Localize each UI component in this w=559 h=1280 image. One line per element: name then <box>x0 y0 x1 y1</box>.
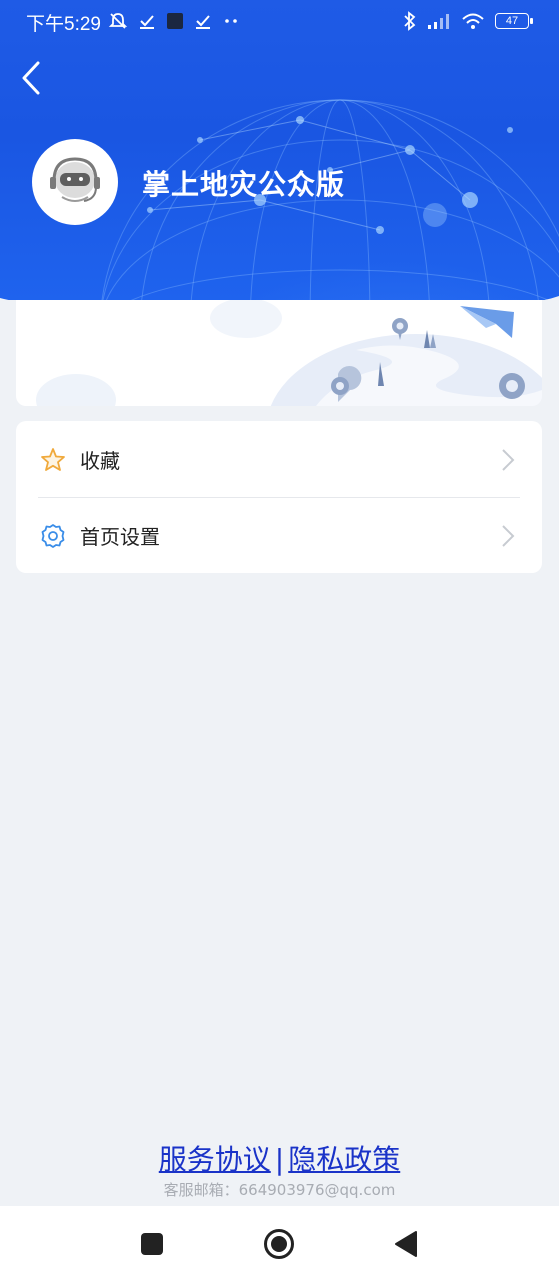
battery-icon: 47 <box>495 13 533 29</box>
customer-service-robot-icon <box>50 157 100 202</box>
status-time: 下午5:29 <box>26 14 101 35</box>
menu-item-favorites-label: 收藏 <box>80 449 120 473</box>
chevron-right-icon <box>502 525 515 547</box>
footer-separator: | <box>274 1143 285 1176</box>
banner-illustration <box>16 300 542 406</box>
wifi-icon <box>462 13 484 29</box>
system-nav-bar <box>0 1206 559 1280</box>
menu-item-home-settings[interactable]: 首页设置 <box>16 497 542 573</box>
recent-apps-button[interactable] <box>136 1228 168 1260</box>
avatar[interactable] <box>32 139 118 225</box>
footer-links: 服务协议 | 隐私政策 <box>0 1138 559 1178</box>
app-title: 掌上地灾公众版 <box>142 168 346 201</box>
service-agreement-link[interactable]: 服务协议 <box>159 1143 271 1176</box>
privacy-policy-link[interactable]: 隐私政策 <box>288 1143 400 1176</box>
more-dots-icon <box>225 19 237 23</box>
chevron-right-icon <box>502 449 515 471</box>
back-nav-button[interactable] <box>390 1228 422 1260</box>
menu-card: 收藏 首页设置 <box>16 421 542 573</box>
map-landscape-illustration <box>36 300 542 406</box>
battery-level: 47 <box>505 15 519 27</box>
recent-apps-icon <box>141 1233 163 1255</box>
home-icon <box>264 1229 294 1259</box>
menu-item-home-settings-label: 首页设置 <box>80 525 160 549</box>
gear-icon <box>41 524 65 548</box>
back-triangle-icon <box>395 1231 417 1257</box>
home-button[interactable] <box>263 1228 295 1260</box>
support-email: 客服邮箱：664903976@qq.com <box>163 1181 396 1199</box>
status-right-icons: 47 <box>403 10 533 32</box>
menu-item-favorites[interactable]: 收藏 <box>16 421 542 497</box>
chevron-left-icon <box>22 61 40 95</box>
check-icon <box>196 15 210 29</box>
status-bar: 下午5:29 47 <box>0 0 559 40</box>
back-button[interactable] <box>18 58 48 98</box>
check-icon <box>140 15 154 29</box>
signal-icon <box>428 14 449 29</box>
mute-bell-icon <box>108 13 128 29</box>
status-left-icons <box>108 10 240 32</box>
bluetooth-icon <box>404 11 416 31</box>
square-app-icon <box>167 13 183 29</box>
star-icon <box>41 448 65 471</box>
header-curve <box>0 296 559 300</box>
